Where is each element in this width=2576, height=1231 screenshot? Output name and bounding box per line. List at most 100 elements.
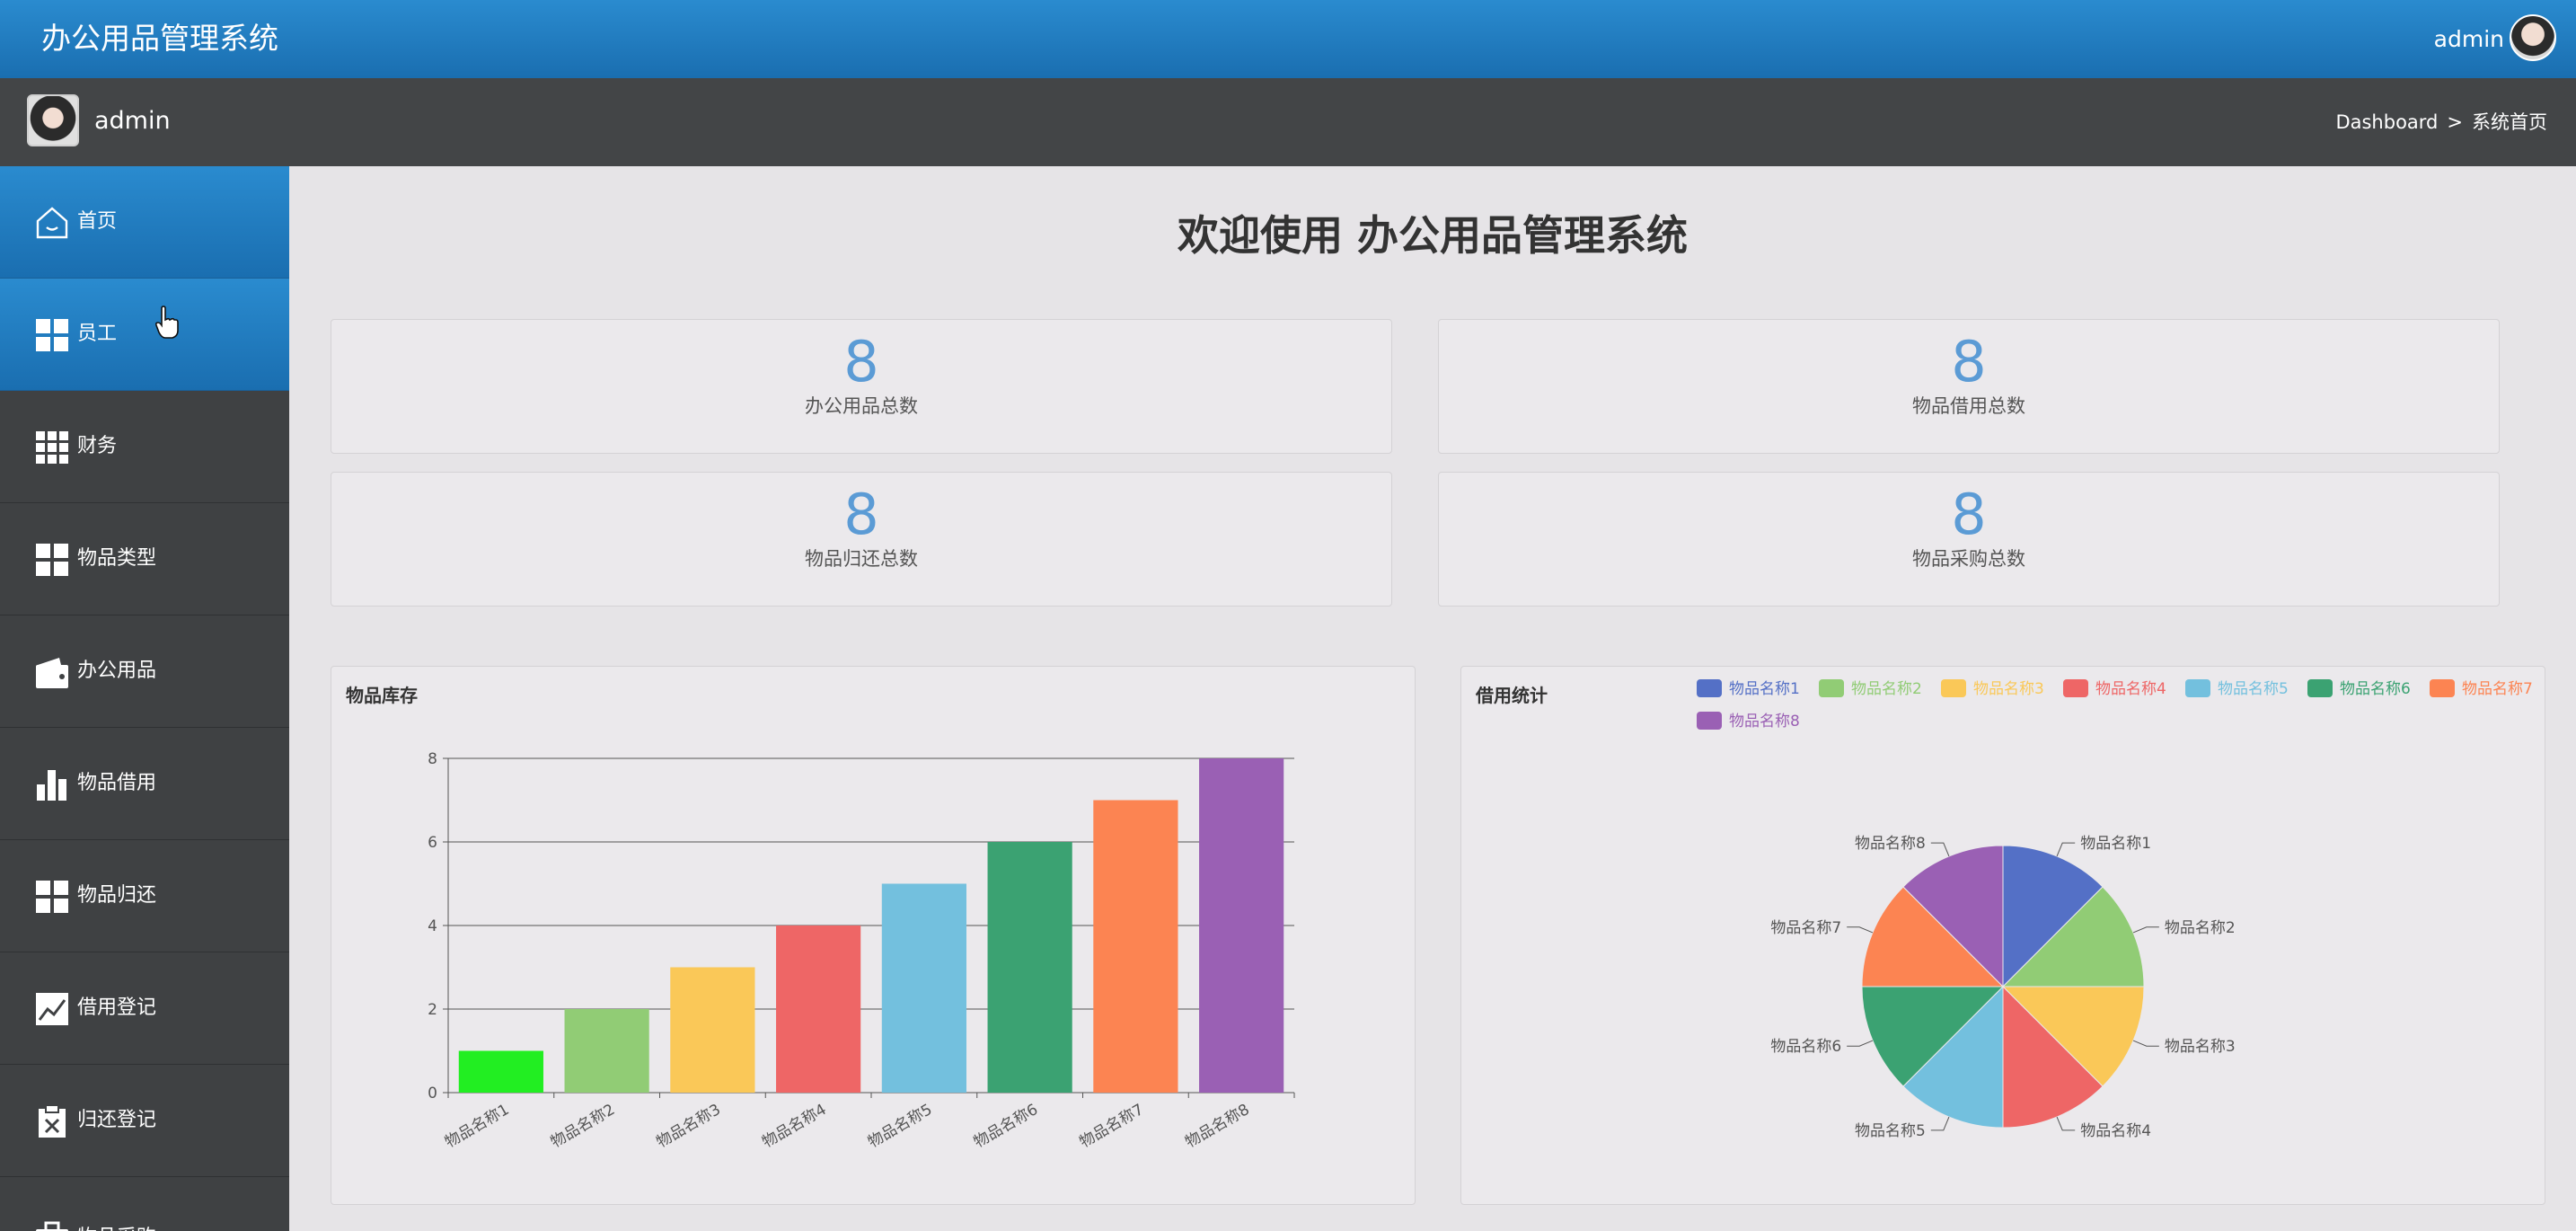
pie-label-line	[1847, 926, 1874, 934]
legend-swatch	[2307, 679, 2333, 697]
legend-item[interactable]: 物品名称8	[1697, 712, 1800, 731]
pie-label: 物品名称8	[1855, 835, 1926, 853]
stat-value: 8	[843, 329, 879, 394]
y-tick-label: 0	[428, 1085, 437, 1103]
y-tick-label: 8	[428, 750, 437, 768]
sidebar-item-label: 首页	[77, 210, 118, 233]
x-tick-label: 物品名称8	[1182, 1101, 1252, 1152]
pie-label-line	[2056, 842, 2076, 857]
hand-cursor-icon	[154, 306, 179, 339]
pie-label: 物品名称6	[1770, 1038, 1841, 1056]
app-title: 办公用品管理系统	[41, 21, 278, 56]
legend-label: 物品名称3	[1973, 680, 2044, 698]
sidebar-item-purchase[interactable]: 物品采购	[0, 1177, 289, 1231]
inventory-bar-chart: 0 2 4 6 8 物品名称1 物品名称2 物品名称3 物品名称4 物品名称5 物品名称6 物品名称7…	[428, 750, 1295, 1152]
sidebar-item-label: 办公用品	[77, 660, 157, 682]
bar[interactable]	[776, 925, 861, 1093]
legend-label: 物品名称2	[1851, 680, 1922, 698]
user-avatar[interactable]	[2510, 14, 2556, 61]
x-tick-label: 物品名称1	[442, 1101, 512, 1152]
sidebar-item-staff[interactable]: 员工	[0, 279, 289, 391]
legend-label: 物品名称5	[2218, 680, 2289, 698]
pie-label: 物品名称4	[2080, 1122, 2151, 1140]
bar[interactable]	[987, 842, 1072, 1093]
bar[interactable]	[458, 1050, 543, 1094]
bar-chart-icon	[37, 770, 66, 801]
sidebar-item-label: 物品借用	[77, 772, 157, 794]
x-tick-label: 物品名称3	[654, 1101, 724, 1152]
main-content: 欢迎使用 办公用品管理系统 8 办公用品总数 8 物品借用总数 8 物品归还总数…	[289, 166, 2576, 1231]
stat-value: 8	[1951, 329, 1987, 394]
sidebar-item-label: 物品归还	[77, 884, 157, 907]
stat-card-return: 8 物品归还总数	[331, 472, 1392, 607]
pie-label-line	[2132, 926, 2159, 934]
breadcrumb: Dashboard > 系统首页	[2335, 109, 2547, 136]
bar[interactable]	[1093, 800, 1178, 1094]
stat-label: 物品归还总数	[805, 548, 918, 570]
breadcrumb-dashboard[interactable]: Dashboard	[2335, 111, 2438, 133]
legend-label: 物品名称6	[2340, 680, 2411, 698]
legend-swatch	[1697, 679, 1722, 697]
bar[interactable]	[881, 883, 966, 1094]
home-icon	[36, 207, 68, 239]
legend-item[interactable]: 物品名称1	[1697, 679, 1800, 698]
grid-icon	[36, 544, 68, 576]
inventory-chart-panel: 物品库存 0 2 4 6 8 物品名称1 物品名称2 物品名称3 物品名称4 物品名称5 物品名称6…	[331, 666, 1416, 1205]
sidebar-item-finance[interactable]: 财务	[0, 391, 289, 503]
line-chart-icon	[36, 993, 68, 1025]
sidebar-item-label: 借用登记	[77, 996, 157, 1019]
x-tick-label: 物品名称7	[1077, 1101, 1147, 1152]
y-tick-label: 4	[428, 917, 437, 935]
legend-item[interactable]: 物品名称2	[1819, 679, 1922, 698]
legend-item[interactable]: 物品名称3	[1941, 679, 2044, 698]
stat-label: 物品采购总数	[1912, 548, 2025, 570]
bar[interactable]	[1199, 758, 1284, 1093]
sidebar-item-borrow[interactable]: 物品借用	[0, 728, 289, 840]
briefcase-icon	[36, 1221, 68, 1231]
borrow-pie-chart: 物品名称1 物品名称2 物品名称3 物品名称4 物品名称5 物品名称6 物品名称7 物品名称8…	[1697, 679, 2533, 1140]
legend-swatch	[1697, 712, 1722, 730]
stat-card-borrow: 8 物品借用总数	[1438, 319, 2500, 454]
sidebar-item-label: 物品类型	[77, 547, 157, 570]
legend-item[interactable]: 物品名称6	[2307, 679, 2411, 698]
stat-value: 8	[843, 482, 879, 547]
legend-swatch	[2063, 679, 2088, 697]
sidebar-item-label: 员工	[77, 323, 118, 345]
x-tick-label: 物品名称6	[971, 1101, 1041, 1152]
grid-icon	[36, 881, 68, 913]
sidebar-item-office-supplies[interactable]: 办公用品	[0, 616, 289, 728]
bar[interactable]	[564, 1009, 649, 1093]
stat-card-supplies: 8 办公用品总数	[331, 319, 1392, 454]
legend-label: 物品名称4	[2095, 680, 2166, 698]
top-username[interactable]: admin	[2434, 22, 2504, 58]
legend-item[interactable]: 物品名称5	[2185, 679, 2289, 698]
sidebar-item-home[interactable]: 首页	[0, 166, 289, 279]
sidebar-item-return[interactable]: 物品归还	[0, 840, 289, 952]
legend-item[interactable]: 物品名称7	[2430, 679, 2533, 698]
legend-label: 物品名称8	[1729, 713, 1800, 731]
sidebar-item-borrow-register[interactable]: 借用登记	[0, 952, 289, 1065]
stat-card-purchase: 8 物品采购总数	[1438, 472, 2500, 607]
sidebar-item-return-register[interactable]: 归还登记	[0, 1065, 289, 1177]
sidebar-item-item-type[interactable]: 物品类型	[0, 503, 289, 616]
bar[interactable]	[670, 967, 755, 1094]
sidebar-item-label: 物品采购	[77, 1224, 156, 1231]
profile-username: admin	[94, 107, 171, 135]
top-bar: 办公用品管理系统 admin	[0, 0, 2576, 78]
breadcrumb-current: 系统首页	[2472, 111, 2547, 133]
welcome-title: 欢迎使用 办公用品管理系统	[1177, 211, 1688, 260]
legend-item[interactable]: 物品名称4	[2063, 679, 2166, 698]
stat-label: 物品借用总数	[1912, 395, 2025, 417]
sidebar-item-label: 归还登记	[77, 1109, 157, 1131]
pie-label: 物品名称2	[2165, 919, 2236, 937]
borrow-chart-panel: 借用统计 物品名称1 物品名称2 物品名称3 物品名称4 物品名称5 物品名称6 物品名称7…	[1460, 666, 2545, 1205]
sidebar: 首页 员工 财务 物品类型 办公用品 物品借用 物品归还 借用登记 归还登记	[0, 166, 289, 1231]
legend-swatch	[1941, 679, 1966, 697]
legend-label: 物品名称1	[1729, 680, 1800, 698]
sub-header: admin Dashboard > 系统首页	[0, 78, 2576, 166]
pie-label-line	[1930, 842, 1950, 857]
breadcrumb-separator: >	[2447, 111, 2463, 133]
stat-value: 8	[1951, 482, 1987, 547]
stat-label: 办公用品总数	[805, 395, 918, 417]
sidebar-item-label: 财务	[77, 435, 118, 457]
